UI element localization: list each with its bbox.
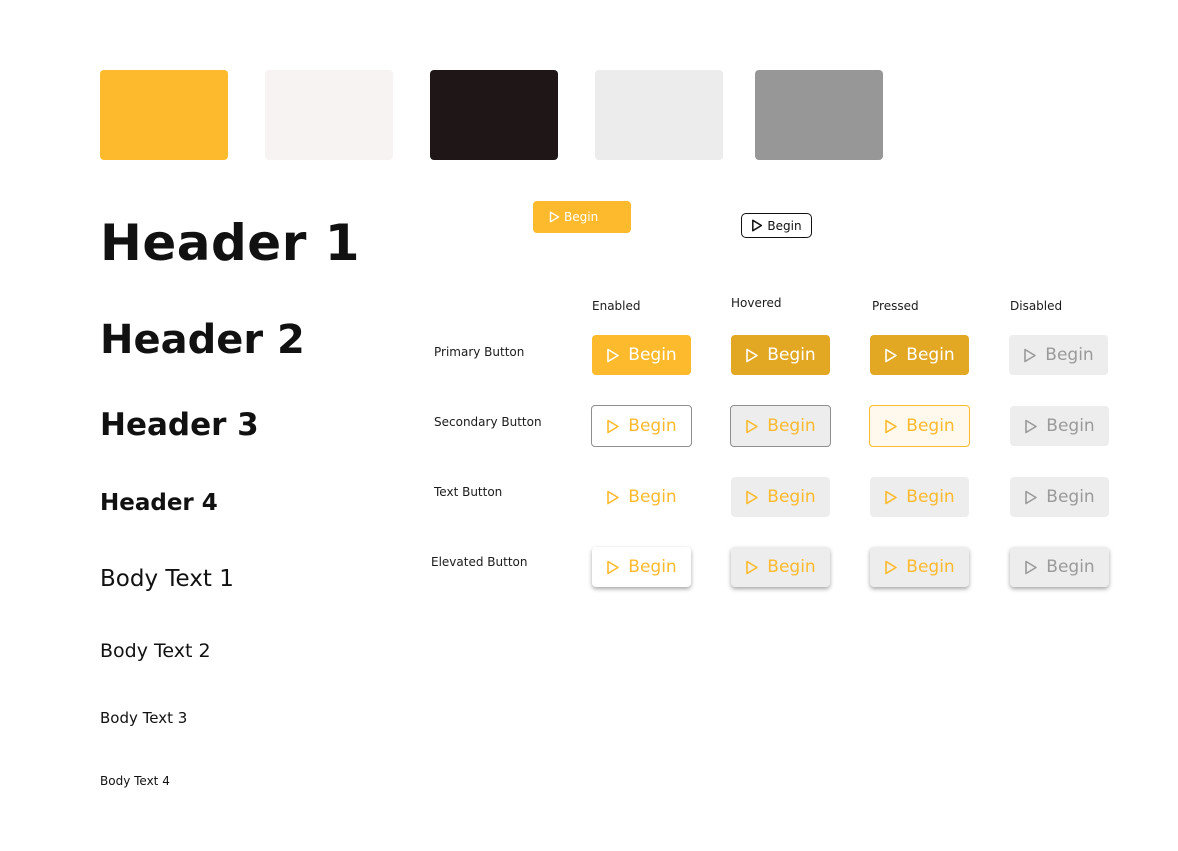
row-label-primary: Primary Button xyxy=(434,345,525,359)
button-label: Begin xyxy=(767,557,816,577)
text-button-disabled: Begin xyxy=(1010,477,1109,517)
play-icon xyxy=(746,348,759,362)
header-2-specimen: Header 2 xyxy=(100,317,305,363)
swatch-mid-gray xyxy=(755,70,883,160)
sample-outline-button[interactable]: Begin xyxy=(741,213,812,238)
play-icon xyxy=(607,348,620,362)
button-label: Begin xyxy=(767,487,816,507)
body-text-1-specimen: Body Text 1 xyxy=(100,566,234,592)
play-icon xyxy=(1025,490,1038,504)
primary-button-disabled: Begin xyxy=(1009,335,1108,375)
elevated-button-pressed[interactable]: Begin xyxy=(870,547,969,587)
button-label: Begin xyxy=(628,557,677,577)
play-icon xyxy=(607,490,620,504)
button-label: Begin xyxy=(628,345,677,365)
play-icon xyxy=(746,419,759,433)
swatch-primary-yellow xyxy=(100,70,228,160)
button-label: Begin xyxy=(1046,487,1095,507)
play-icon xyxy=(549,211,560,223)
play-icon xyxy=(885,560,898,574)
body-text-4-specimen: Body Text 4 xyxy=(100,774,170,788)
header-3-specimen: Header 3 xyxy=(100,407,259,443)
body-text-2-specimen: Body Text 2 xyxy=(100,640,211,662)
secondary-button-enabled[interactable]: Begin xyxy=(591,405,692,447)
button-label: Begin xyxy=(1046,416,1095,436)
button-label: Begin xyxy=(628,487,677,507)
primary-button-pressed[interactable]: Begin xyxy=(870,335,969,375)
button-label: Begin xyxy=(767,416,816,436)
row-label-text: Text Button xyxy=(434,485,503,499)
play-icon xyxy=(1025,419,1038,433)
state-header-hovered: Hovered xyxy=(731,296,782,310)
button-label: Begin xyxy=(767,345,816,365)
button-label: Begin xyxy=(906,487,955,507)
button-label: Begin xyxy=(906,345,955,365)
elevated-button-disabled: Begin xyxy=(1010,547,1109,587)
sample-outline-label: Begin xyxy=(767,218,802,233)
play-icon xyxy=(885,348,898,362)
button-label: Begin xyxy=(1045,345,1094,365)
text-button-hovered[interactable]: Begin xyxy=(731,477,830,517)
sample-primary-label: Begin xyxy=(564,210,599,224)
header-4-specimen: Header 4 xyxy=(100,490,218,516)
play-icon xyxy=(885,490,898,504)
secondary-button-hovered[interactable]: Begin xyxy=(730,405,831,447)
swatch-near-black xyxy=(430,70,558,160)
play-icon xyxy=(746,560,759,574)
button-label: Begin xyxy=(628,416,677,436)
state-header-disabled: Disabled xyxy=(1010,299,1063,313)
play-icon xyxy=(752,219,763,232)
swatch-off-white xyxy=(265,70,393,160)
button-label: Begin xyxy=(906,557,955,577)
play-icon xyxy=(1024,348,1037,362)
primary-button-hovered[interactable]: Begin xyxy=(731,335,830,375)
play-icon xyxy=(607,560,620,574)
text-button-enabled[interactable]: Begin xyxy=(592,477,691,517)
header-1-specimen: Header 1 xyxy=(100,214,361,272)
row-label-elevated: Elevated Button xyxy=(431,555,528,569)
play-icon xyxy=(1025,560,1038,574)
play-icon xyxy=(607,419,620,433)
secondary-button-pressed[interactable]: Begin xyxy=(869,405,970,447)
play-icon xyxy=(885,419,898,433)
text-button-pressed[interactable]: Begin xyxy=(870,477,969,517)
button-label: Begin xyxy=(906,416,955,436)
elevated-button-hovered[interactable]: Begin xyxy=(731,547,830,587)
state-header-enabled: Enabled xyxy=(592,299,641,313)
primary-button-enabled[interactable]: Begin xyxy=(592,335,691,375)
swatch-light-gray xyxy=(595,70,723,160)
secondary-button-disabled: Begin xyxy=(1010,406,1109,446)
play-icon xyxy=(746,490,759,504)
body-text-3-specimen: Body Text 3 xyxy=(100,709,188,727)
sample-primary-button[interactable]: Begin xyxy=(533,201,631,233)
state-header-pressed: Pressed xyxy=(872,299,919,313)
button-label: Begin xyxy=(1046,557,1095,577)
elevated-button-enabled[interactable]: Begin xyxy=(592,547,691,587)
row-label-secondary: Secondary Button xyxy=(434,415,542,429)
